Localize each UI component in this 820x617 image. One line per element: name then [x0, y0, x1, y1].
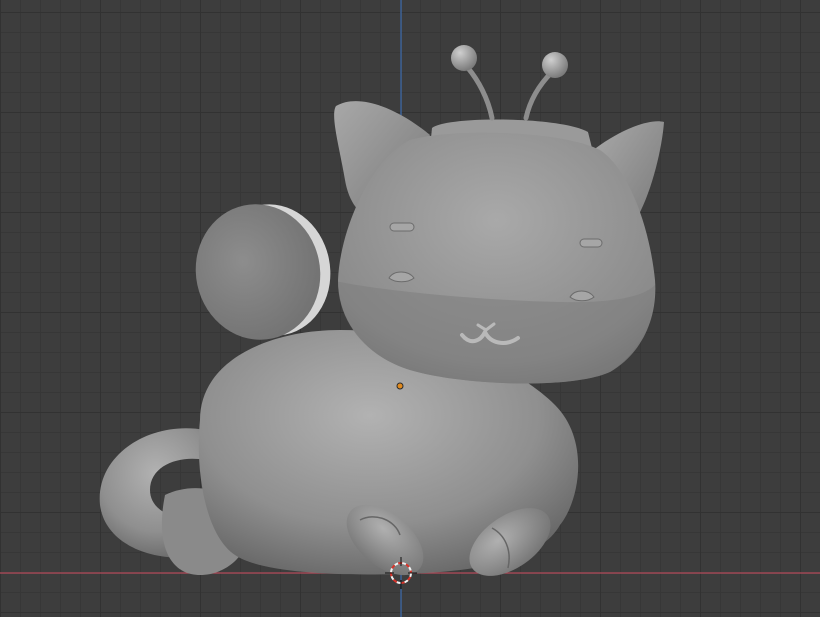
object-origin-dot[interactable] [396, 382, 404, 390]
viewport-canvas[interactable] [0, 0, 820, 617]
3d-viewport[interactable] [0, 0, 820, 617]
cat-model[interactable] [99, 45, 664, 590]
wing [195, 204, 331, 340]
antennae [451, 45, 568, 121]
